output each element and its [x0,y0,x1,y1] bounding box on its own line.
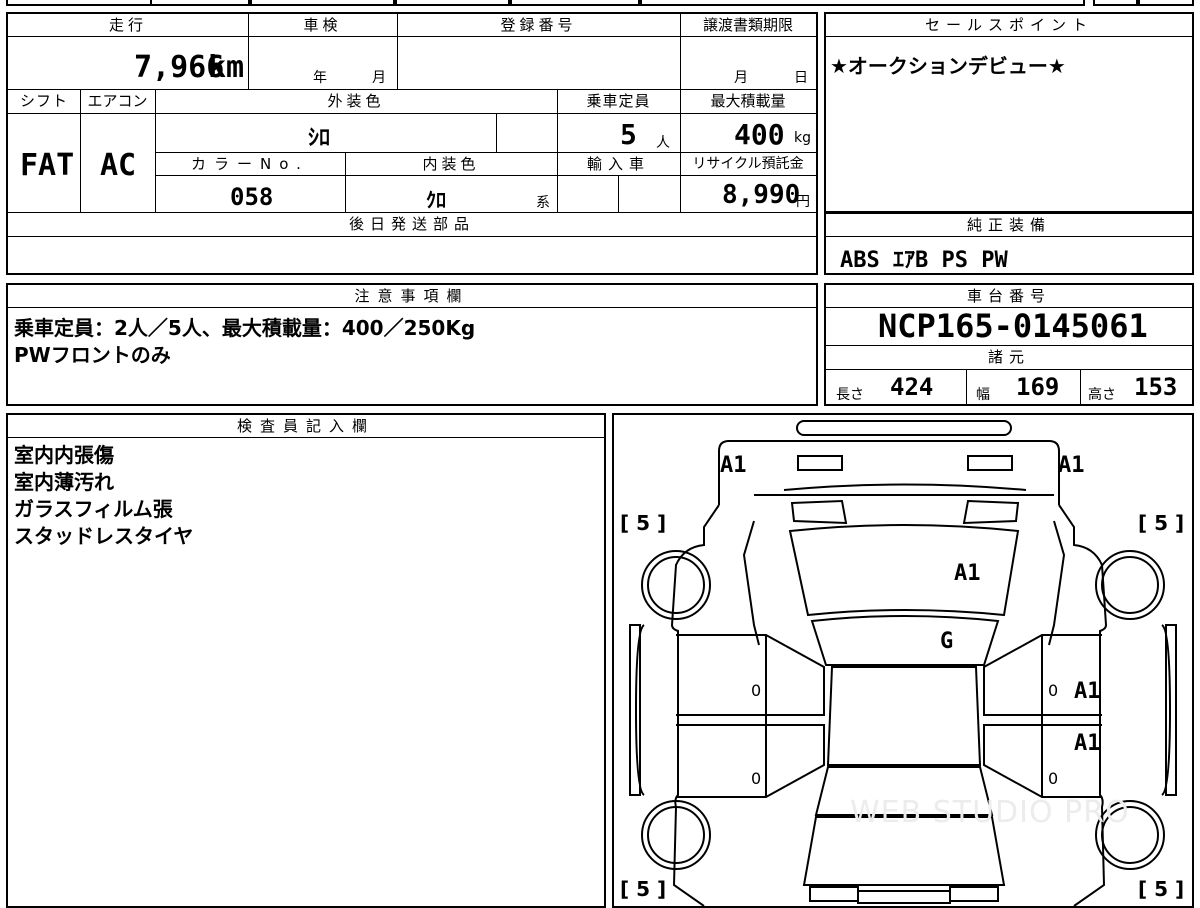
aircon-value: AC [100,148,137,183]
sales-point-box: セールスポイント ★オークションデビュー★ [824,12,1194,213]
inspector-line-3: ガラスフィルム張 [14,497,173,521]
exterior-color-label: 外装色 [327,92,385,110]
mark-left-door-rear-zero: 0 [751,769,762,788]
recycle-fee-unit: 円 [796,194,810,210]
inspector-line-4: スタッドレスタイヤ [14,524,194,548]
standard-equipment-label: 純正装備 [966,216,1051,234]
width-label: 幅 [976,387,990,403]
top-strip [0,0,1200,8]
import-label: 輸入車 [586,155,650,173]
mark-front-right: A1 [1058,453,1085,478]
sales-point-text: ★オークションデビュー★ [830,54,1066,78]
max-load-value: 400 [734,118,785,151]
deadline-day-unit: 日 [794,70,808,86]
capacity-unit: 人 [656,135,670,151]
mark-right-door-rear: A1 [1074,731,1101,756]
max-load-unit: kg [794,130,811,146]
car-outline [629,420,1177,906]
mark-right-door-rear-zero: 0 [1048,769,1059,788]
exterior-color-value: ｼﾛ [308,126,331,151]
inspector-box: 検査員記入欄 室内内張傷 室内薄汚れ ガラスフィルム張 スタッドレスタイヤ [6,413,606,908]
aircon-label: エアコン [87,92,148,110]
max-load-label: 最大積載量 [710,92,786,110]
capacity-value: 5 [620,118,637,151]
mark-left-door-front-zero: 0 [751,681,762,700]
watermark: WEB STUDIO PRO [850,795,1130,830]
vehicle-diagram-box: WEB STUDIO PRO A1 A1 A1 G A1 A1 0 0 0 0 … [612,413,1194,908]
inspection-year-unit: 年 [313,70,327,86]
shift-label: シフト [19,92,68,110]
vehicle-info-table: 走行 車検 登録番号 譲渡書類期限 7,966 km 年 月 月 日 シフト エ… [6,12,818,275]
tire-rear-right: [ 5 ] [1138,877,1185,901]
inspector-line-2: 室内薄汚れ [14,470,114,494]
standard-equipment-box: 純正装備 ABS ｴｱB PS PW [824,212,1194,275]
chassis-label: 車台番号 [966,287,1051,305]
interior-color-label: 内装色 [422,155,480,173]
length-value: 424 [890,373,934,401]
color-no-value: 058 [230,183,274,211]
recycle-fee-value: 8,990 [722,180,801,210]
later-parts-label: 後日発送部品 [348,215,475,233]
interior-color-value: ｸﾛ [426,188,446,212]
notes-line-1: 乗車定員：2人／5人、最大積載量：400／250Kg [14,316,476,340]
recycle-fee-label: リサイクル預託金 [692,156,804,172]
tire-rear-left: [ 5 ] [620,877,667,901]
shift-value: FAT [20,148,75,183]
registration-label: 登録番号 [500,16,577,34]
color-no-label: カラーNo. [191,155,309,173]
mark-windshield: G [940,629,954,654]
mileage-label: 走行 [108,16,147,34]
mark-right-door-front: A1 [1074,679,1101,704]
inspector-line-1: 室内内張傷 [14,443,114,467]
tire-rear-right-value: 5 [1154,877,1169,901]
chassis-number: NCP165-0145061 [878,307,1148,345]
notes-line-2: PWフロントのみ [14,343,171,367]
capacity-label: 乗車定員 [586,92,651,110]
mark-hood: A1 [954,561,981,586]
mark-right-door-front-zero: 0 [1048,681,1059,700]
chassis-box: 車台番号 NCP165-0145061 諸元 長さ 424 幅 169 高さ 1… [824,283,1194,406]
mileage-unit: km [208,50,245,85]
inspector-label: 検査員記入欄 [236,417,375,435]
interior-color-suffix: 系 [536,195,550,211]
sales-point-label: セールスポイント [924,16,1093,34]
tire-front-right: [ 5 ] [1138,511,1185,535]
transfer-deadline-label: 譲渡書類期限 [702,16,793,34]
standard-equipment-text: ABS ｴｱB PS PW [840,248,1008,273]
notes-label: 注意事項欄 [354,287,470,305]
tire-front-right-value: 5 [1154,511,1169,535]
tire-front-left: [ 5 ] [620,511,667,535]
inspection-label: 車検 [303,16,342,34]
deadline-month-unit: 月 [734,70,748,86]
tire-front-left-value: 5 [636,511,651,535]
height-label: 高さ [1088,387,1116,403]
inspection-month-unit: 月 [372,70,386,86]
notes-box: 注意事項欄 乗車定員：2人／5人、最大積載量：400／250Kg PWフロントの… [6,283,818,406]
length-label: 長さ [836,387,864,403]
tire-rear-left-value: 5 [636,877,651,901]
height-value: 153 [1134,373,1178,401]
mark-front-left: A1 [720,453,747,478]
dimensions-label: 諸元 [987,348,1030,366]
width-value: 169 [1016,373,1060,401]
